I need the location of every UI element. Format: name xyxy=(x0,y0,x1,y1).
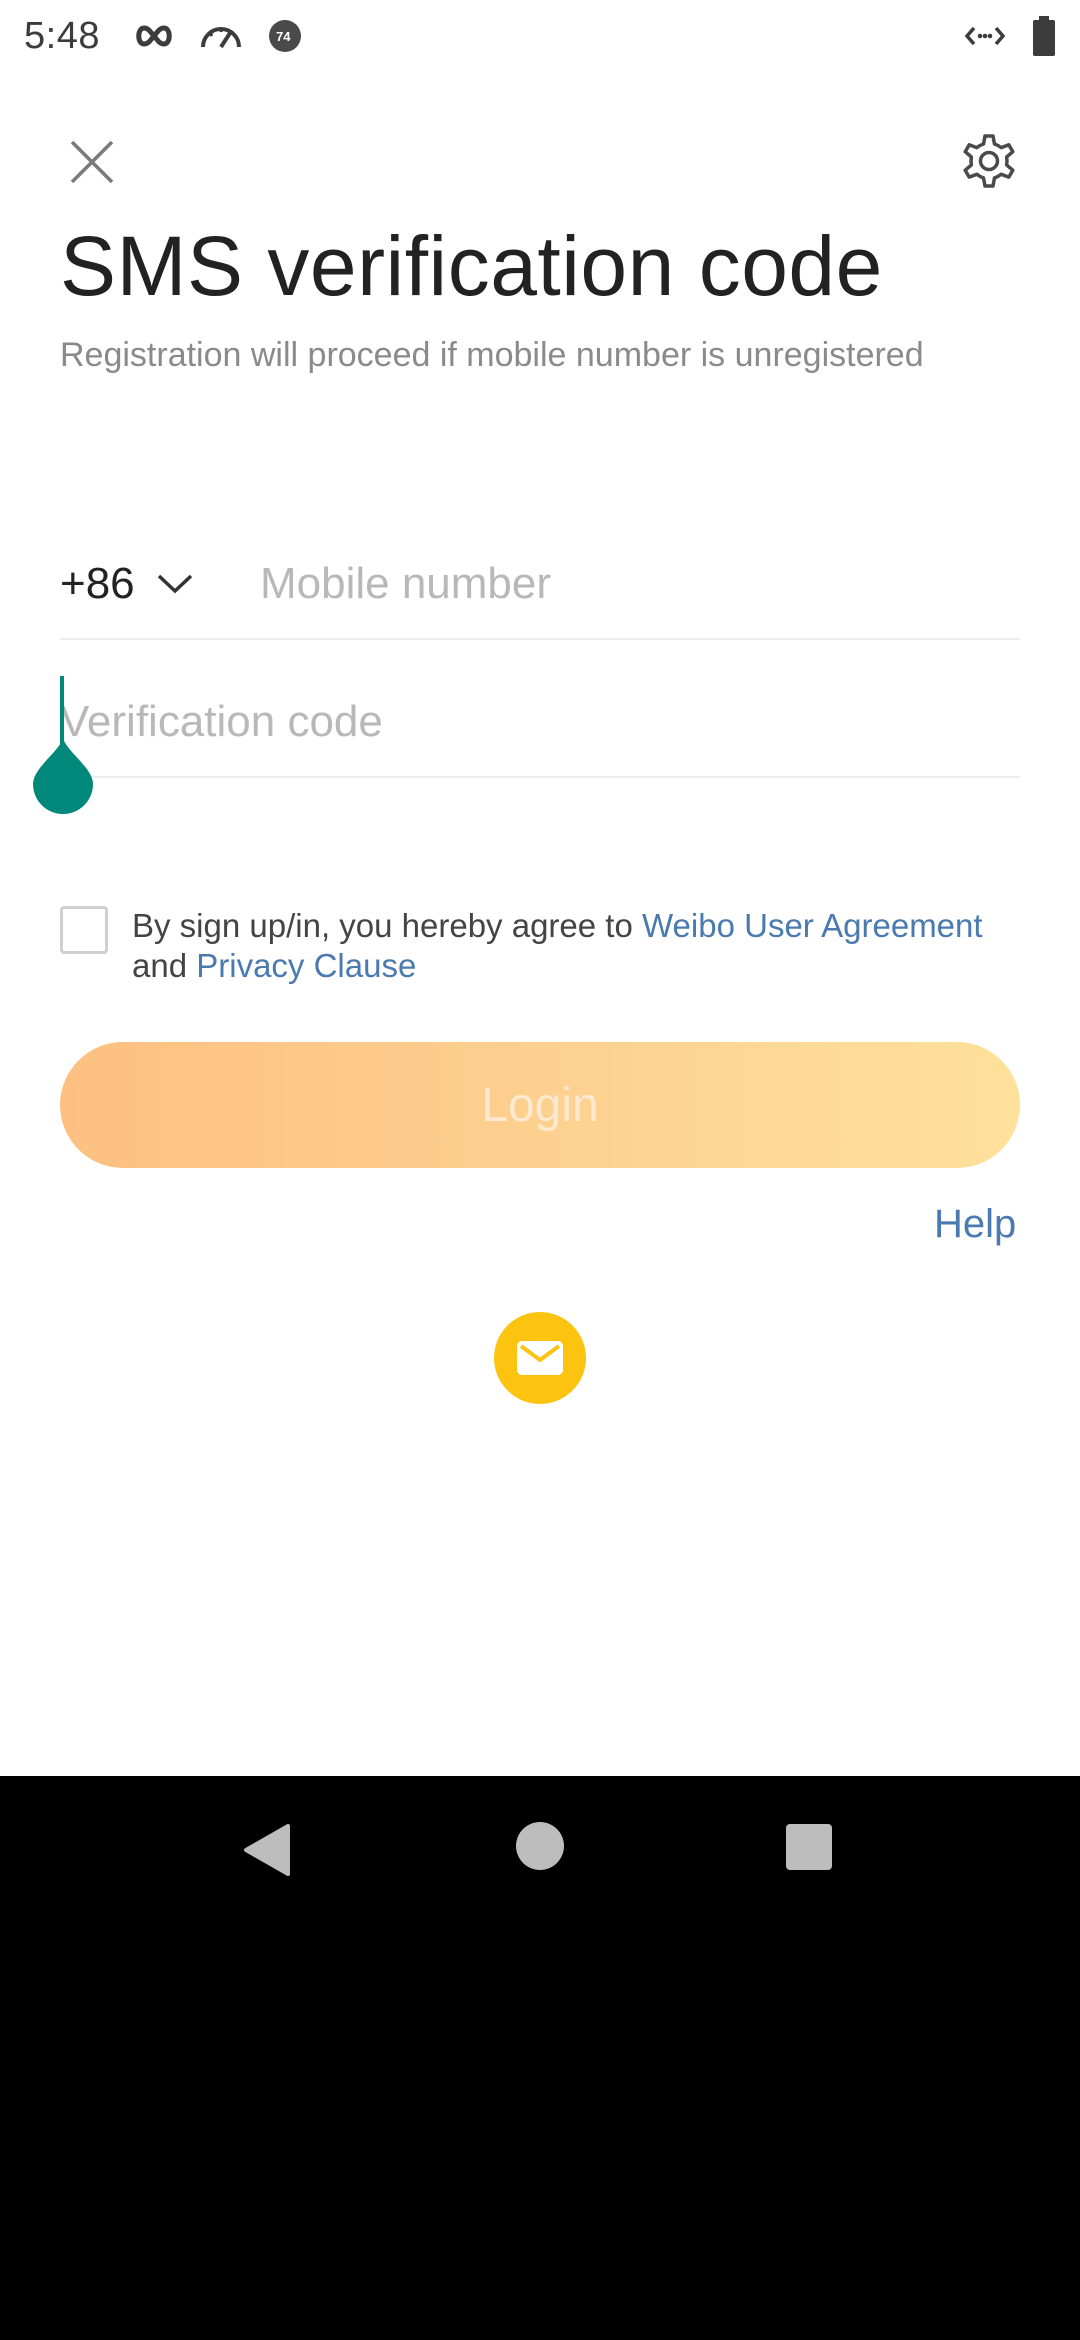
code-row xyxy=(60,668,1020,778)
agreement-prefix: By sign up/in, you hereby agree to xyxy=(132,907,642,944)
page-title: SMS verification code xyxy=(60,219,883,313)
gear-icon xyxy=(963,134,1015,188)
agreement-middle: and xyxy=(132,947,197,984)
phone-row: +86 xyxy=(60,530,1020,640)
status-time: 5:48 xyxy=(24,14,100,57)
country-code-selector[interactable]: +86 xyxy=(60,559,260,609)
verification-code-input[interactable] xyxy=(60,668,1020,776)
infinity-icon xyxy=(134,25,174,47)
help-link[interactable]: Help xyxy=(934,1202,1016,1247)
close-icon xyxy=(70,140,114,184)
data-transfer-icon xyxy=(964,24,1006,48)
mail-icon xyxy=(517,1341,563,1375)
settings-button[interactable] xyxy=(954,126,1024,196)
country-code-value: +86 xyxy=(60,559,135,608)
agreement-row: By sign up/in, you hereby agree to Weibo… xyxy=(60,906,1020,986)
cursor-handle-icon[interactable] xyxy=(31,738,95,814)
agreement-text: By sign up/in, you hereby agree to Weibo… xyxy=(132,906,983,986)
agreement-checkbox[interactable] xyxy=(60,906,108,954)
login-button[interactable]: Login xyxy=(60,1042,1020,1168)
status-right xyxy=(938,16,1056,56)
mail-login-button[interactable] xyxy=(494,1312,586,1404)
privacy-clause-link[interactable]: Privacy Clause xyxy=(196,947,416,984)
badge-number: 74 xyxy=(275,28,291,44)
recents-icon[interactable] xyxy=(786,1824,832,1870)
notification-badge-icon: 74 xyxy=(268,19,302,53)
user-agreement-link[interactable]: Weibo User Agreement xyxy=(642,907,983,944)
mobile-number-input[interactable] xyxy=(260,530,1020,638)
page-subtitle: Registration will proceed if mobile numb… xyxy=(60,336,924,374)
back-icon[interactable] xyxy=(240,1822,296,1878)
speedometer-icon xyxy=(198,21,244,51)
close-button[interactable] xyxy=(60,130,124,194)
home-icon[interactable] xyxy=(516,1822,564,1870)
text-cursor xyxy=(60,676,64,746)
battery-icon xyxy=(1032,16,1056,56)
status-bar: 5:48 74 xyxy=(0,0,1080,72)
chevron-down-icon xyxy=(157,573,193,595)
